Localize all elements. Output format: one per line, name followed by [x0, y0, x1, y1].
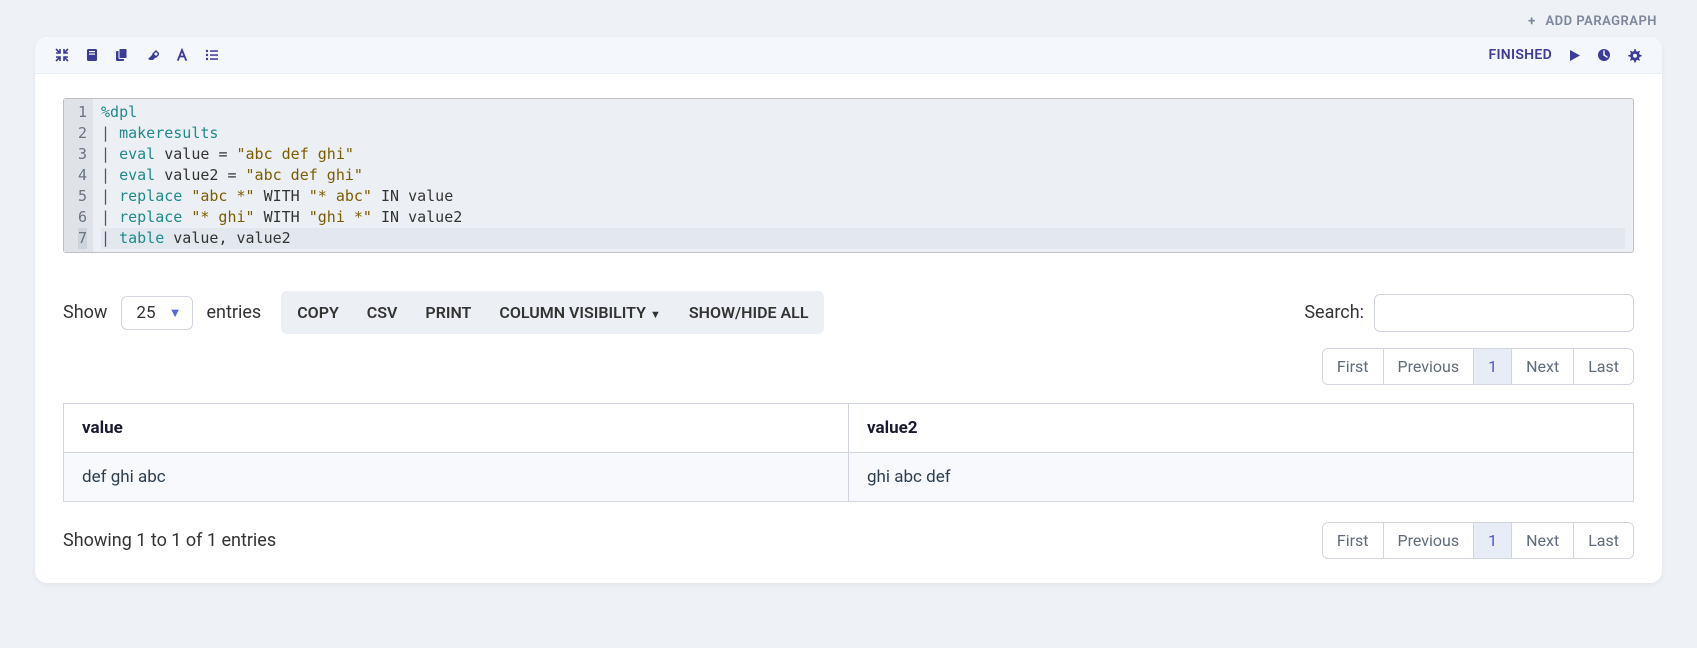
code-line: %dpl: [101, 102, 1625, 123]
code-editor[interactable]: 1234567 %dpl| makeresults| eval value = …: [63, 98, 1634, 253]
pagination: First Previous 1 Next Last: [1322, 348, 1634, 385]
line-number: 2: [78, 123, 87, 144]
toolbar-right: FINISHED: [1488, 47, 1642, 63]
pagination-top: First Previous 1 Next Last: [63, 348, 1634, 385]
search-label: Search:: [1304, 302, 1364, 323]
table-cell: ghi abc def: [849, 453, 1634, 502]
export-button-group: COPY CSV PRINT COLUMN VISIBILITY▼ SHOW/H…: [281, 291, 824, 334]
line-number: 1: [78, 102, 87, 123]
chevron-down-icon: ▼: [169, 305, 182, 321]
search-input[interactable]: [1374, 294, 1634, 332]
plus-icon: +: [1528, 14, 1536, 29]
caret-down-icon: ▼: [650, 308, 661, 321]
page-number[interactable]: 1: [1474, 523, 1512, 558]
copy-icon[interactable]: [115, 48, 129, 62]
page-first[interactable]: First: [1323, 349, 1384, 384]
font-icon[interactable]: [175, 48, 189, 62]
code-line: | table value, value2: [101, 228, 1625, 249]
column-visibility-button[interactable]: COLUMN VISIBILITY▼: [485, 293, 674, 332]
code-line: | eval value2 = "abc def ghi": [101, 165, 1625, 186]
code-line: | replace "abc *" WITH "* abc" IN value: [101, 186, 1625, 207]
column-header[interactable]: value2: [849, 404, 1634, 453]
gear-icon[interactable]: [1627, 48, 1642, 63]
line-gutter: 1234567: [64, 99, 93, 252]
eraser-icon[interactable]: [145, 48, 159, 62]
cell-toolbar: FINISHED: [35, 37, 1662, 74]
clock-icon[interactable]: [1597, 48, 1611, 62]
notebook-cell: FINISHED 1234567 %dpl| makeresults| eval…: [35, 37, 1662, 583]
line-number: 7: [78, 228, 87, 249]
entries-select[interactable]: 25 ▼: [121, 296, 192, 330]
page-next[interactable]: Next: [1512, 349, 1574, 384]
page-last[interactable]: Last: [1574, 523, 1633, 558]
page-previous[interactable]: Previous: [1384, 349, 1475, 384]
copy-button[interactable]: COPY: [283, 293, 353, 332]
table-footer: Showing 1 to 1 of 1 entries First Previo…: [63, 522, 1634, 559]
page-next[interactable]: Next: [1512, 523, 1574, 558]
csv-button[interactable]: CSV: [353, 293, 412, 332]
line-number: 3: [78, 144, 87, 165]
code-content: %dpl| makeresults| eval value = "abc def…: [93, 99, 1633, 252]
show-hide-all-button[interactable]: SHOW/HIDE ALL: [675, 293, 823, 332]
line-number: 5: [78, 186, 87, 207]
table-info: Showing 1 to 1 of 1 entries: [63, 530, 276, 551]
entries-count: 25: [136, 303, 155, 323]
code-line: | replace "* ghi" WITH "ghi *" IN value2: [101, 207, 1625, 228]
table-cell: def ghi abc: [64, 453, 849, 502]
print-button[interactable]: PRINT: [411, 293, 485, 332]
line-number: 6: [78, 207, 87, 228]
results-table: valuevalue2 def ghi abcghi abc def: [63, 403, 1634, 502]
add-paragraph-label: ADD PARAGRAPH: [1545, 14, 1657, 29]
table-row: def ghi abcghi abc def: [64, 453, 1634, 502]
list-icon[interactable]: [205, 48, 219, 62]
page-last[interactable]: Last: [1574, 349, 1633, 384]
cell-body: 1234567 %dpl| makeresults| eval value = …: [35, 74, 1662, 583]
page-previous[interactable]: Previous: [1384, 523, 1475, 558]
pagination-bottom: First Previous 1 Next Last: [1322, 522, 1634, 559]
search-area: Search:: [1304, 294, 1634, 332]
collapse-icon[interactable]: [55, 48, 69, 62]
table-controls: Show 25 ▼ entries COPY CSV PRINT COLUMN …: [63, 291, 1634, 334]
play-icon[interactable]: [1568, 49, 1581, 62]
column-header[interactable]: value: [64, 404, 849, 453]
page-number[interactable]: 1: [1474, 349, 1512, 384]
code-line: | makeresults: [101, 123, 1625, 144]
line-number: 4: [78, 165, 87, 186]
show-label: Show: [63, 302, 107, 323]
entries-label: entries: [207, 302, 262, 323]
book-icon[interactable]: [85, 48, 99, 62]
page-first[interactable]: First: [1323, 523, 1384, 558]
add-paragraph-button[interactable]: + ADD PARAGRAPH: [0, 6, 1697, 37]
toolbar-left: [55, 48, 219, 62]
status-label: FINISHED: [1488, 47, 1552, 63]
code-line: | eval value = "abc def ghi": [101, 144, 1625, 165]
